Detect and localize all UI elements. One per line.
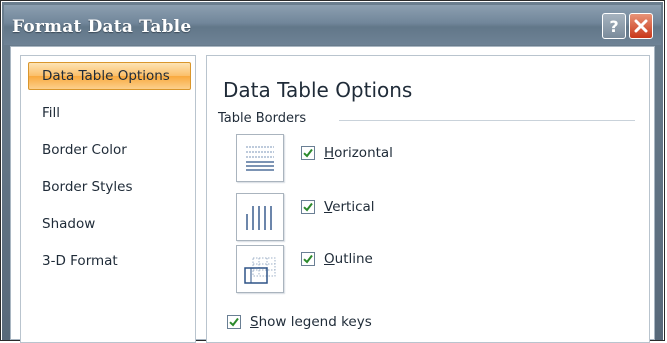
show-legend-keys-checkbox[interactable]	[227, 315, 241, 329]
horizontal-label: Horizontal	[324, 145, 393, 161]
horizontal-checkbox[interactable]	[301, 146, 315, 160]
window-title: Format Data Table	[12, 17, 192, 37]
sidebar-item-label: Fill	[42, 105, 61, 121]
group-divider	[339, 120, 635, 121]
outline-checkbox-row[interactable]: Outline	[301, 249, 373, 269]
svg-text:?: ?	[609, 17, 618, 35]
help-button[interactable]: ?	[602, 13, 626, 39]
horizontal-checkbox-row[interactable]: Horizontal	[301, 143, 393, 163]
close-icon	[634, 19, 648, 33]
title-bar[interactable]: Format Data Table ?	[4, 5, 661, 45]
sidebar-item-border-color[interactable]: Border Color	[28, 136, 191, 164]
category-sidebar: Data Table Options Fill Border Color Bor…	[20, 55, 196, 343]
options-panel: Data Table Options Table Borders Horizon…	[206, 55, 650, 343]
checkmark-icon	[303, 254, 313, 264]
vertical-borders-icon	[236, 193, 284, 241]
sidebar-item-label: Border Styles	[42, 179, 133, 195]
checkmark-icon	[229, 317, 239, 327]
sidebar-item-label: Data Table Options	[42, 68, 170, 84]
vertical-checkbox-row[interactable]: Vertical	[301, 197, 375, 217]
sidebar-item-data-table-options[interactable]: Data Table Options	[28, 62, 191, 90]
panel-title: Data Table Options	[223, 78, 413, 102]
outline-label: Outline	[324, 251, 373, 267]
checkmark-icon	[303, 202, 313, 212]
checkmark-icon	[303, 148, 313, 158]
sidebar-item-shadow[interactable]: Shadow	[28, 210, 191, 238]
sidebar-item-fill[interactable]: Fill	[28, 99, 191, 127]
sidebar-item-border-styles[interactable]: Border Styles	[28, 173, 191, 201]
sidebar-item-label: Shadow	[42, 216, 96, 232]
question-mark-icon: ?	[609, 17, 618, 35]
vertical-checkbox[interactable]	[301, 200, 315, 214]
sidebar-item-label: 3-D Format	[42, 253, 118, 269]
close-button[interactable]	[629, 13, 653, 39]
horizontal-borders-icon	[236, 134, 284, 182]
outline-border-icon	[236, 245, 284, 293]
sidebar-item-3d-format[interactable]: 3-D Format	[28, 247, 191, 275]
outline-checkbox[interactable]	[301, 252, 315, 266]
vertical-label: Vertical	[324, 199, 375, 215]
sidebar-item-label: Border Color	[42, 142, 127, 158]
table-borders-group-label: Table Borders	[218, 111, 307, 126]
show-legend-keys-row[interactable]: Show legend keys	[227, 312, 372, 332]
show-legend-keys-label: Show legend keys	[250, 314, 372, 330]
